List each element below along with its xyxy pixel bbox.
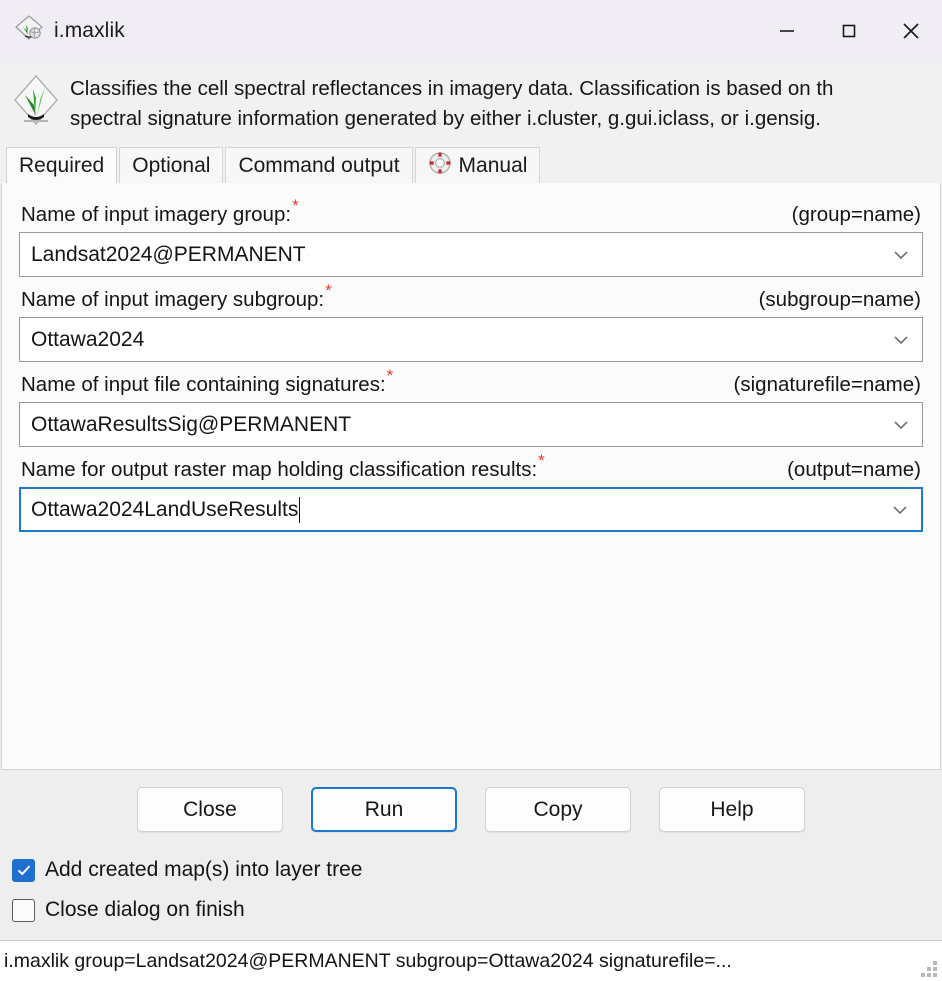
tab-optional-label: Optional (132, 153, 211, 177)
required-asterisk: * (292, 196, 299, 216)
required-asterisk: * (325, 281, 332, 301)
field-label-wrapper: Name of input file containing signatures… (21, 367, 393, 397)
close-dialog-on-finish-label: Close dialog on finish (45, 898, 245, 921)
imaxlik-dialog: i.maxlik Classifies the cell spectral re… (0, 0, 942, 981)
required-tab-panel: Name of input imagery group:* (group=nam… (1, 183, 941, 770)
tab-manual[interactable]: Manual (414, 147, 541, 183)
maximize-button[interactable] (818, 0, 880, 62)
input-imagery-group-combobox[interactable]: Landsat2024@PERMANENT (19, 232, 923, 277)
tab-command-output[interactable]: Command output (225, 147, 413, 183)
field-label-wrapper: Name of input imagery group:* (21, 197, 299, 227)
field-label-wrapper: Name of input imagery subgroup:* (21, 282, 332, 312)
module-description-text: Classifies the cell spectral reflectance… (70, 74, 833, 134)
input-imagery-subgroup-combobox[interactable]: Ottawa2024 (19, 317, 923, 362)
required-asterisk: * (386, 366, 394, 386)
tab-required-label: Required (19, 153, 105, 177)
dialog-options: Add created map(s) into layer tree Close… (0, 845, 942, 940)
description-line-2: spectral signature information generated… (70, 106, 821, 130)
copy-button[interactable]: Copy (485, 787, 631, 832)
output-raster-map-label: Name for output raster map holding class… (21, 458, 538, 481)
title-bar-left: i.maxlik (0, 14, 125, 49)
window-controls (756, 0, 942, 62)
text-cursor (299, 496, 301, 523)
input-imagery-subgroup-value: Ottawa2024 (31, 327, 145, 351)
tab-required[interactable]: Required (6, 147, 118, 183)
field-input-imagery-group: Name of input imagery group:* (group=nam… (19, 195, 923, 277)
input-signature-file-label: Name of input file containing signatures… (21, 373, 386, 396)
input-imagery-subgroup-label: Name of input imagery subgroup: (21, 288, 325, 311)
tab-optional[interactable]: Optional (119, 147, 224, 183)
input-signature-file-value: OttawaResultsSig@PERMANENT (31, 412, 352, 436)
checkbox-checked-icon[interactable] (12, 858, 35, 882)
field-label-row: Name for output raster map holding class… (19, 450, 923, 487)
minimize-button[interactable] (756, 0, 818, 62)
description-line-1: Classifies the cell spectral reflectance… (70, 76, 834, 100)
tab-strip: Required Optional Command output Manual (0, 145, 942, 183)
window-title: i.maxlik (54, 19, 125, 42)
lifebuoy-icon (428, 151, 452, 181)
close-dialog-on-finish-checkbox[interactable]: Close dialog on finish (12, 890, 942, 930)
required-asterisk: * (538, 451, 545, 471)
grass-gis-icon (14, 14, 44, 49)
run-button[interactable]: Run (311, 787, 457, 832)
input-imagery-group-value: Landsat2024@PERMANENT (31, 242, 306, 266)
checkbox-unchecked-icon[interactable] (12, 898, 35, 922)
add-created-maps-label: Add created map(s) into layer tree (45, 858, 363, 881)
field-output-raster-map: Name for output raster map holding class… (19, 450, 923, 532)
chevron-down-icon[interactable] (890, 233, 912, 276)
output-raster-map-value[interactable]: Ottawa2024LandUseResults (31, 498, 298, 522)
field-label-row: Name of input imagery subgroup:* (subgro… (19, 280, 923, 317)
output-raster-map-hint: (output=name) (787, 458, 921, 481)
status-bar: i.maxlik group=Landsat2024@PERMANENT sub… (0, 940, 942, 981)
tab-manual-label: Manual (458, 153, 528, 177)
chevron-down-icon[interactable] (890, 318, 912, 361)
close-button[interactable]: Close (137, 787, 283, 832)
chevron-down-icon[interactable] (889, 489, 911, 530)
resize-grip[interactable] (921, 961, 937, 977)
help-button[interactable]: Help (659, 787, 805, 832)
grass-gis-large-icon (10, 70, 62, 137)
command-preview-text: i.maxlik group=Landsat2024@PERMANENT sub… (4, 949, 732, 972)
title-bar: i.maxlik (0, 0, 942, 62)
close-button[interactable] (880, 0, 942, 62)
field-input-imagery-subgroup: Name of input imagery subgroup:* (subgro… (19, 280, 923, 362)
field-label-row: Name of input imagery group:* (group=nam… (19, 195, 923, 232)
input-imagery-group-label: Name of input imagery group: (21, 203, 292, 226)
chevron-down-icon[interactable] (890, 403, 912, 446)
add-created-maps-checkbox[interactable]: Add created map(s) into layer tree (12, 850, 942, 890)
module-description: Classifies the cell spectral reflectance… (0, 62, 942, 145)
input-signature-file-hint: (signaturefile=name) (733, 373, 921, 396)
field-input-signature-file: Name of input file containing signatures… (19, 365, 923, 447)
dialog-button-bar: Close Run Copy Help (0, 770, 942, 845)
field-label-row: Name of input file containing signatures… (19, 365, 923, 402)
output-raster-map-combobox[interactable]: Ottawa2024LandUseResults (19, 487, 923, 532)
tab-command-output-label: Command output (238, 153, 400, 177)
field-label-wrapper: Name for output raster map holding class… (21, 452, 545, 482)
input-imagery-group-hint: (group=name) (791, 203, 921, 226)
input-signature-file-combobox[interactable]: OttawaResultsSig@PERMANENT (19, 402, 923, 447)
input-imagery-subgroup-hint: (subgroup=name) (758, 288, 921, 311)
